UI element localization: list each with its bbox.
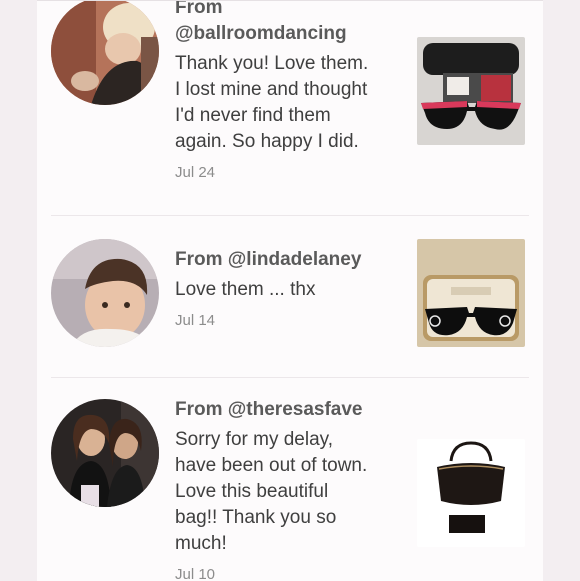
reviewer-avatar[interactable] <box>51 1 159 105</box>
review-text-line: Love this beautiful <box>175 481 329 502</box>
reviewer-avatar[interactable] <box>51 399 159 507</box>
review-divider <box>51 215 529 216</box>
review-text-line: again. So happy I did. <box>175 131 359 152</box>
product-thumbnail[interactable] <box>417 439 525 547</box>
review-text: Love them ... thx <box>175 277 410 303</box>
review-divider <box>51 377 529 378</box>
review-date: Jul 14 <box>175 312 216 329</box>
review-text-line: Love them ... thx <box>175 279 316 300</box>
review-text-line: Thank you! Love them. <box>175 53 369 74</box>
review-date: Jul 10 <box>175 566 216 581</box>
review-text-line: much! <box>175 533 227 554</box>
review-text: Thank you! Love them. I lost mine and th… <box>175 51 410 155</box>
product-thumbnail[interactable] <box>417 239 525 347</box>
from-label: From <box>175 0 223 18</box>
review-text: Sorry for my delay, have been out of tow… <box>175 427 410 557</box>
product-thumbnail[interactable] <box>417 37 525 145</box>
reviewer-avatar[interactable] <box>51 239 159 347</box>
username-link[interactable]: @ballroomdancing <box>175 23 347 44</box>
reviewer-username[interactable]: From @ballroomdancing <box>175 0 410 47</box>
review-text-line: I lost mine and thought <box>175 79 368 100</box>
review-date: Jul 24 <box>175 164 216 181</box>
review-text-line: Sorry for my delay, <box>175 429 334 450</box>
review-text-line: have been out of town. <box>175 455 368 476</box>
reviews-panel: From @ballroomdancing Thank you! Love th… <box>37 0 543 581</box>
reviewer-username[interactable]: From @lindadelaney <box>175 247 410 273</box>
reviewer-username[interactable]: From @theresasfave <box>175 397 410 423</box>
review-text-line: bag!! Thank you so <box>175 507 337 528</box>
review-text-line: I'd never find them <box>175 105 331 126</box>
